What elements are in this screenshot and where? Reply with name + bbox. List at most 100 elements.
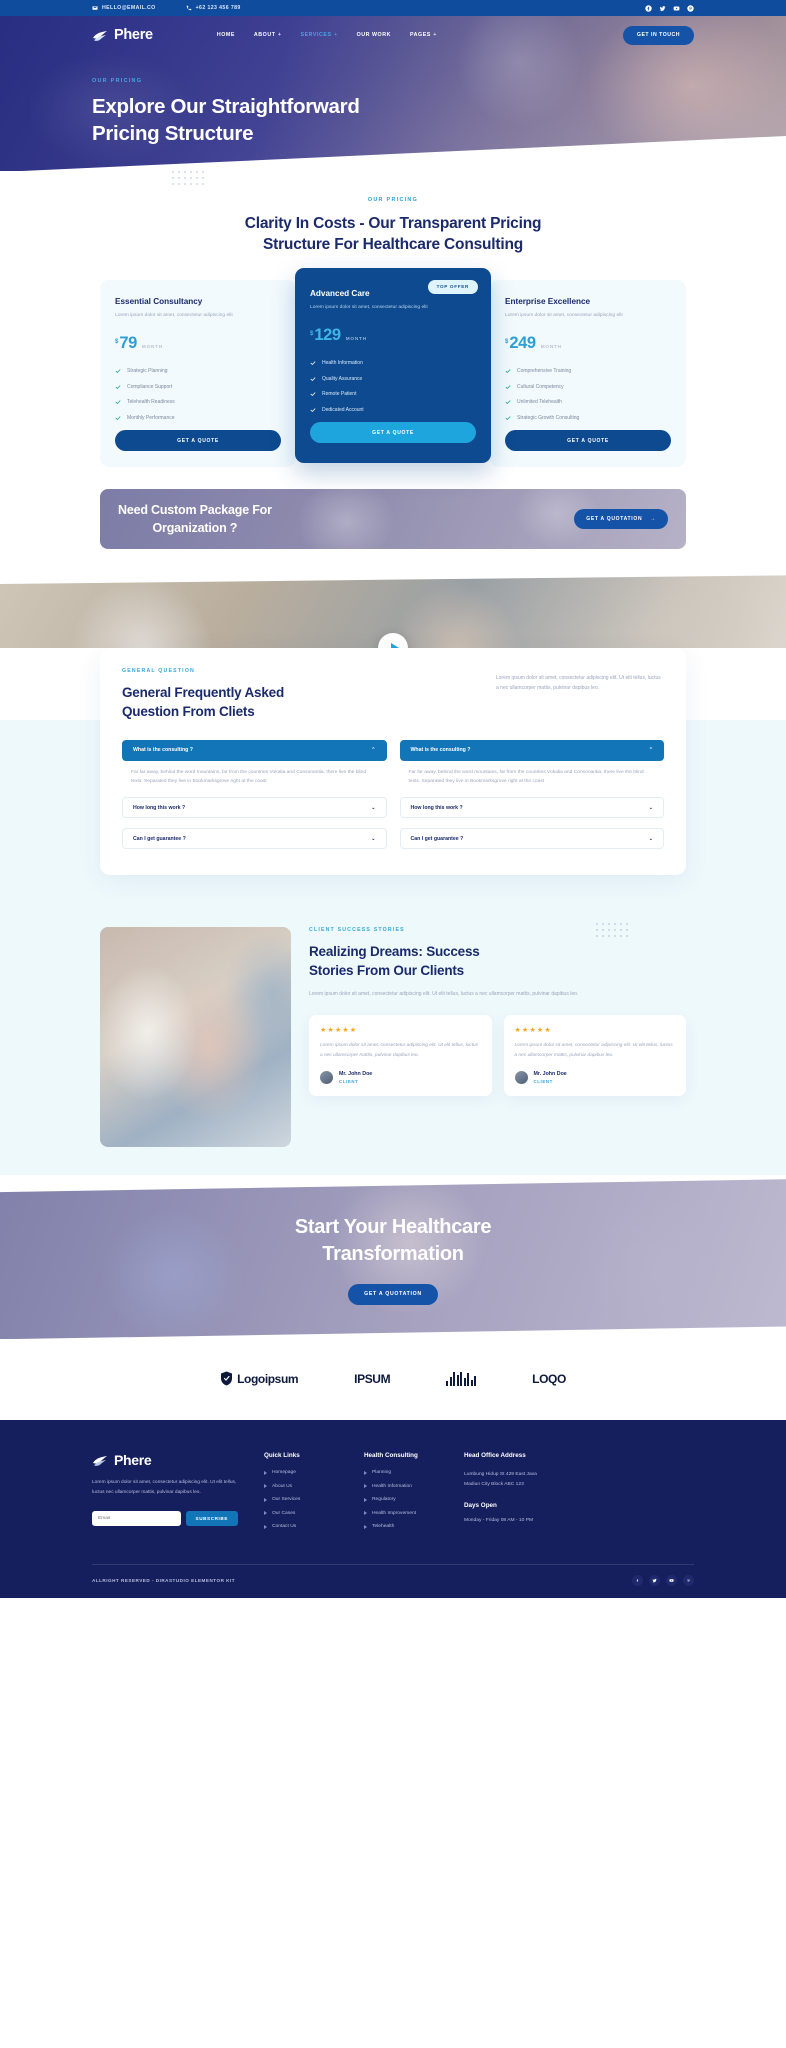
days-open-value: Monday - Friday 08 AM - 10 PM: [464, 1518, 534, 1524]
footer-link[interactable]: Contact Us: [264, 1524, 338, 1529]
topbar-phone[interactable]: +62 123 456 789: [186, 5, 241, 11]
office-address-line-1: Lumbung Hidup St 429 East Java: [464, 1472, 537, 1478]
chevron-up-icon: ⌃: [648, 747, 653, 754]
nav-label: OUR WORK: [356, 32, 391, 38]
custom-package-banner: Need Custom Package For Organization ? G…: [100, 489, 686, 550]
footer-link[interactable]: Regulatory: [364, 1497, 438, 1502]
facebook-icon[interactable]: [645, 4, 652, 12]
footer-link[interactable]: Telehealth: [364, 1524, 438, 1529]
subscribe-button[interactable]: SUBSCRIBE: [185, 1511, 238, 1527]
pinterest-icon[interactable]: [687, 4, 694, 12]
footer-link[interactable]: Planning: [364, 1470, 438, 1475]
faq-question-toggle[interactable]: How long this work ? ⌄: [399, 797, 664, 819]
email-input[interactable]: [92, 1511, 181, 1527]
plan-description: Lorem ipsum dolor sit amet, consectetur …: [310, 304, 428, 310]
triangle-bullet-icon: [264, 1524, 267, 1529]
top-offer-badge: TOP OFFER: [427, 279, 478, 294]
pinterest-icon[interactable]: [683, 1574, 694, 1586]
currency-symbol: $: [505, 339, 509, 346]
nav-item-about[interactable]: ABOUT +: [254, 32, 282, 38]
feature-item: Strategic Growth Consulting: [505, 415, 671, 421]
triangle-bullet-icon: [264, 1484, 267, 1489]
nav-label: SERVICES: [300, 32, 332, 38]
plan-name: Essential Consultancy: [115, 296, 203, 306]
feature-item: Quality Assurance: [310, 376, 476, 382]
faq-question-label: How long this work ?: [133, 804, 186, 811]
check-icon: [505, 415, 511, 421]
client-logos: Logoipsum IPSUM LOQO: [0, 1339, 786, 1421]
check-icon: [505, 384, 511, 390]
twitter-icon[interactable]: [659, 5, 666, 12]
hero-title: Explore Our Straightforward Pricing Stru…: [92, 93, 694, 148]
faq-question-toggle[interactable]: How long this work ? ⌄: [122, 797, 387, 819]
topbar-email[interactable]: HELLO@EMAIL.CO: [92, 5, 156, 11]
check-icon: [115, 384, 121, 390]
footer-link[interactable]: About Us: [264, 1484, 338, 1489]
nav-item-home[interactable]: HOME: [217, 32, 235, 38]
price-amount: 79: [119, 334, 137, 353]
footer-link-label: Health Improvement: [372, 1510, 417, 1516]
feature-label: Strategic Planning: [127, 368, 168, 375]
site-logo[interactable]: Phere: [92, 27, 153, 43]
footer-link[interactable]: Homepage: [264, 1470, 338, 1475]
check-icon: [115, 368, 121, 374]
twitter-icon[interactable]: [649, 1574, 660, 1586]
pricing-title-line-2: Structure For Healthcare Consulting: [263, 236, 523, 254]
hero-eyebrow: OUR PRICING: [92, 78, 143, 84]
wave-logo-icon: [92, 28, 109, 42]
pricing-page: HELLO@EMAIL.CO +62 123 456 789 Phere HOM…: [0, 0, 786, 1598]
testimonials-description: Lorem ipsum dolor sit amet, consectetur …: [309, 990, 579, 997]
price-amount: 129: [314, 326, 341, 345]
get-a-quotation-button[interactable]: GET A QUOTATION →: [574, 509, 668, 530]
faq-title-line-1: General Frequently Asked: [122, 685, 285, 701]
footer-link[interactable]: Health Information: [364, 1484, 438, 1489]
faq-question-label: What is the consulting ?: [133, 747, 193, 754]
testimonial-card: ★★★★★ Lorem ipsum dolor sit amet, consec…: [309, 1015, 492, 1097]
footer-link[interactable]: Our Services: [264, 1497, 338, 1502]
feature-label: Health Information: [322, 360, 363, 367]
nav-item-our-work[interactable]: OUR WORK: [357, 32, 391, 38]
footer-link[interactable]: Our Cases: [264, 1511, 338, 1516]
faq-question-toggle[interactable]: What is the consulting ? ⌃: [122, 739, 387, 761]
faq-question-toggle[interactable]: Can I get guarantee ? ⌄: [122, 828, 387, 850]
feature-label: Quality Assurance: [322, 375, 363, 382]
nav-item-pages[interactable]: PAGES +: [410, 32, 437, 38]
price-period: MONTH: [141, 344, 164, 350]
get-in-touch-button[interactable]: GET IN TOUCH: [622, 25, 694, 45]
footer-link[interactable]: Health Improvement: [364, 1511, 438, 1516]
footer-logo[interactable]: Phere: [92, 1452, 238, 1468]
logo-loqo: LOQO: [532, 1372, 566, 1386]
faq-description: Lorem ipsum dolor sit amet, consectetur …: [496, 675, 661, 692]
triangle-bullet-icon: [364, 1511, 367, 1516]
feature-item: Health Information: [310, 360, 476, 366]
footer-link-label: Telehealth: [372, 1524, 395, 1530]
footer-link-label: Our Cases: [272, 1510, 296, 1516]
youtube-icon[interactable]: [666, 1574, 677, 1586]
get-a-quote-button[interactable]: GET A QUOTE: [505, 430, 671, 452]
faq-question-toggle[interactable]: What is the consulting ? ⌃: [399, 739, 664, 761]
get-a-quote-button[interactable]: GET A QUOTE: [310, 422, 476, 444]
topbar-social-links: [645, 4, 694, 12]
custom-package-title: Need Custom Package For Organization ?: [118, 501, 272, 537]
faq-question-toggle[interactable]: Can I get guarantee ? ⌄: [399, 828, 664, 850]
pricing-card-advanced: TOP OFFER Advanced Care Lorem ipsum dolo…: [295, 267, 491, 464]
check-icon: [310, 407, 316, 413]
facebook-icon[interactable]: [632, 1574, 643, 1586]
feature-label: Comprehensive Training: [517, 368, 572, 375]
footer-link-label: Homepage: [272, 1470, 296, 1476]
days-open-title: Days Open: [464, 1502, 497, 1510]
logo-ipsum: IPSUM: [354, 1372, 390, 1386]
get-a-quote-button[interactable]: GET A QUOTE: [115, 430, 281, 452]
testimonials-section: CLIENT SUCCESS STORIES Realizing Dreams:…: [0, 905, 786, 1176]
main-navigation: Phere HOME ABOUT + SERVICES + OUR WORK PAG…: [0, 16, 786, 54]
chevron-down-icon: ⌄: [371, 804, 376, 811]
pricing-cards: Essential Consultancy Lorem ipsum dolor …: [0, 267, 786, 468]
hero-title-line-1: Explore Our Straightforward: [92, 95, 360, 118]
nav-item-services[interactable]: SERVICES +: [300, 32, 337, 38]
chevron-down-icon: +: [278, 32, 282, 38]
chevron-down-icon: ⌄: [648, 804, 653, 811]
cta-quotation-button[interactable]: GET A QUOTATION: [348, 1283, 438, 1305]
logo-bars: [446, 1371, 477, 1386]
newsletter-form: SUBSCRIBE: [92, 1511, 238, 1527]
youtube-icon[interactable]: [673, 5, 680, 12]
